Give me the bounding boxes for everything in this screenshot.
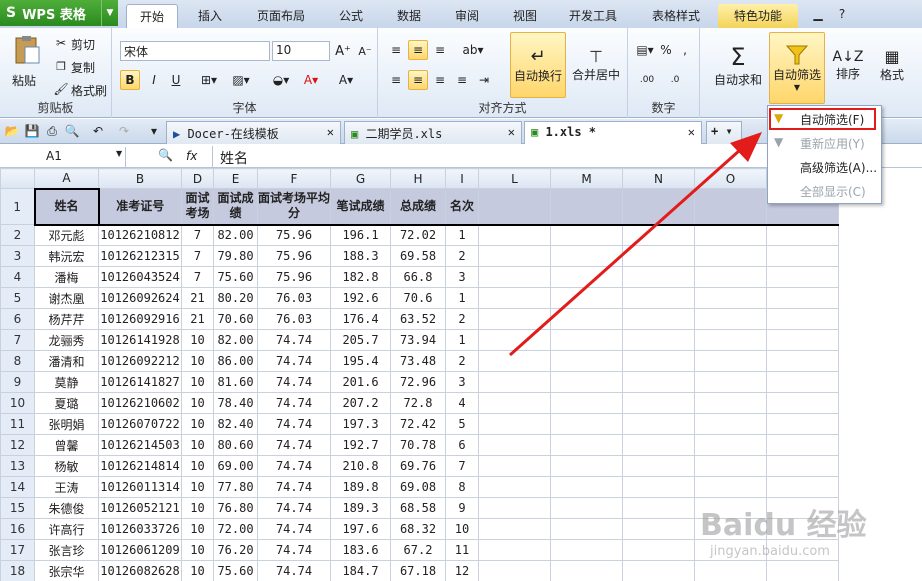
red-arrow-annotation [509, 132, 762, 357]
baidu-watermark: Baidu 经验 jingyan.baidu.com [700, 508, 867, 559]
